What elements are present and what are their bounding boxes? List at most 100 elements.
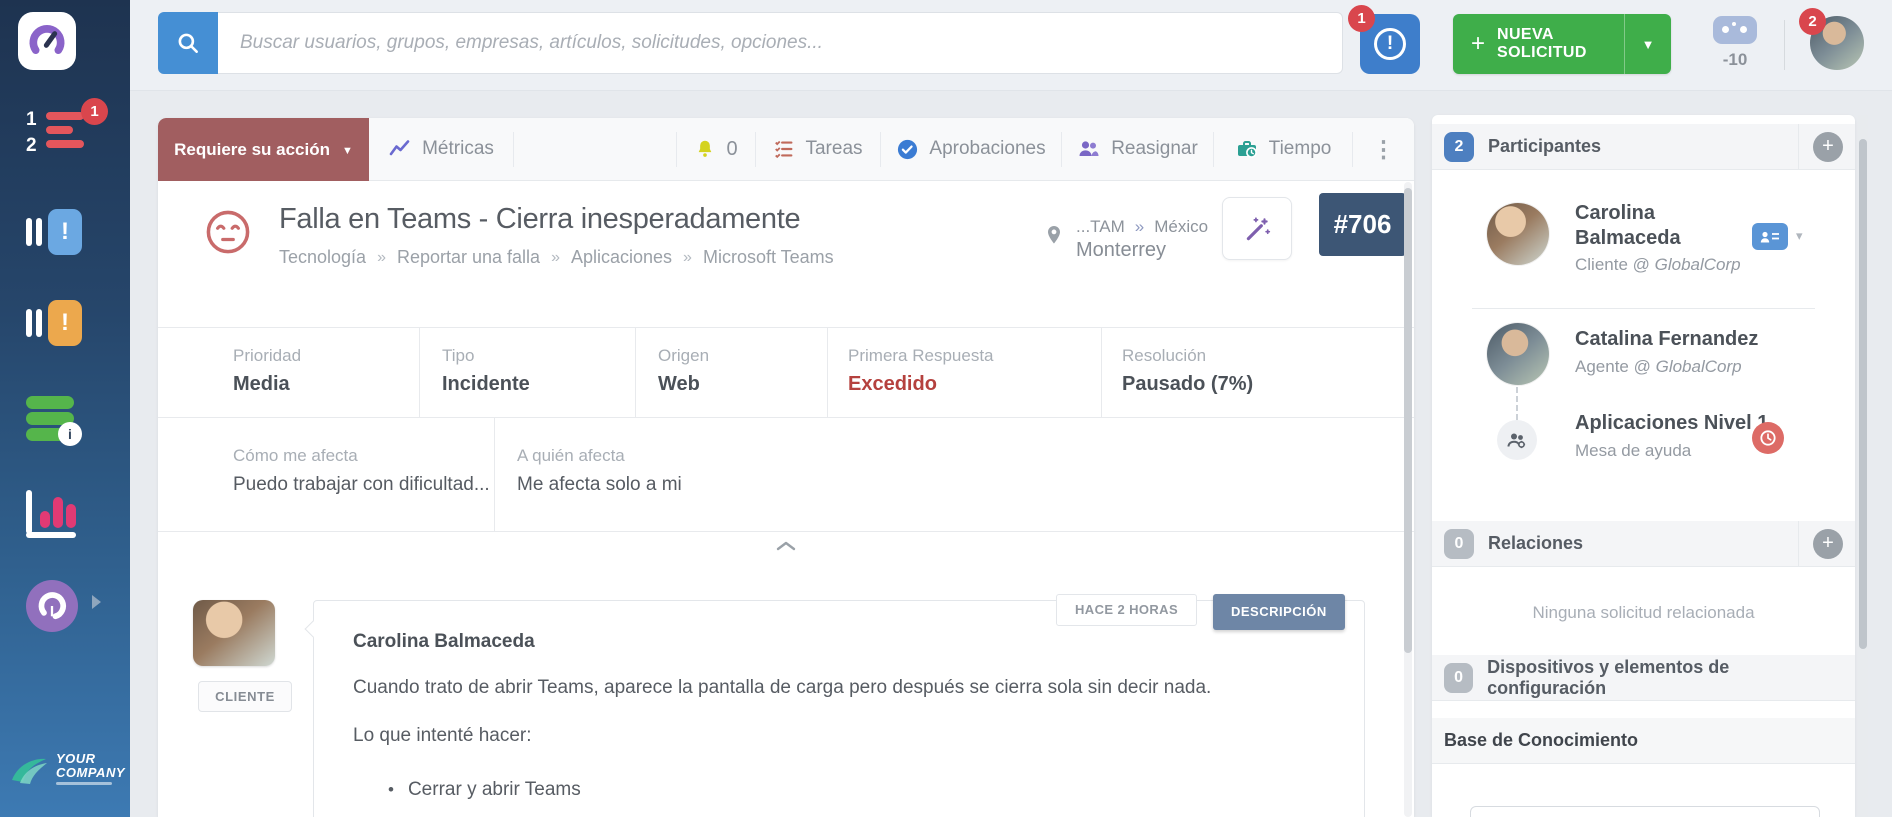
ticket-header: Falla en Teams - Cierra inesperadamente … — [158, 181, 1414, 328]
add-participant-button[interactable]: + — [1813, 131, 1843, 162]
top-bar: ! 1 + NUEVA SOLICITUD ▼ -10 2 — [130, 0, 1892, 91]
participants-header: 2 Participantes + — [1432, 123, 1855, 170]
requires-action-button[interactable]: Requiere su acción ▼ — [158, 118, 369, 181]
company-name-line2: COMPANY — [56, 764, 125, 780]
add-relation-button[interactable]: + — [1813, 528, 1843, 559]
company-logo: YOUR COMPANY — [10, 748, 125, 788]
participant-name[interactable]: Carolina Balmaceda — [1575, 201, 1735, 251]
ticket-card: Requiere su acción ▼ Métricas 0 Tareas A… — [158, 118, 1414, 817]
sidebar-item-incidents-blue[interactable]: ! — [26, 207, 104, 263]
tab-metrics[interactable]: Métricas — [369, 118, 513, 180]
sad-face-icon — [206, 210, 250, 254]
tab-time[interactable]: Tiempo — [1214, 118, 1352, 180]
database-info-icon: i — [26, 396, 82, 446]
requests-count-badge: 1 — [81, 98, 108, 125]
new-request-dropdown[interactable]: ▼ — [1625, 37, 1671, 52]
location-city: Monterrey — [1076, 239, 1167, 261]
more-options-button[interactable]: ⋮ — [1353, 118, 1414, 180]
ticket-impact-row: Cómo me afecta Puedo trabajar con dificu… — [158, 418, 1414, 532]
tab-time-label: Tiempo — [1268, 138, 1332, 159]
loader-circle-icon — [26, 580, 78, 632]
comment-list-item: • Cerrar y abrir Teams — [388, 779, 581, 801]
field-resolution: Resolución Pausado (7%) — [1102, 328, 1414, 417]
tab-empty — [514, 118, 676, 180]
knowledge-base-header[interactable]: Base de Conocimiento — [1432, 718, 1855, 764]
participant-name[interactable]: Catalina Fernandez — [1575, 327, 1835, 352]
search-icon — [178, 33, 198, 53]
comment-author-name[interactable]: Carolina Balmaceda — [353, 631, 535, 653]
sidebar-item-knowledge-base[interactable]: i — [26, 396, 104, 452]
breadcrumb-item[interactable]: Microsoft Teams — [703, 247, 834, 268]
field-label: Cómo me afecta — [233, 446, 358, 465]
field-value: Pausado (7%) — [1122, 373, 1254, 395]
field-value: Incidente — [442, 373, 530, 395]
field-type: Tipo Incidente — [420, 328, 636, 417]
search-button[interactable] — [158, 12, 218, 74]
participant-avatar[interactable] — [1487, 203, 1549, 265]
comment-notch — [304, 620, 322, 638]
search-input[interactable] — [218, 12, 1343, 74]
alerts-button[interactable]: ! 1 — [1348, 5, 1420, 74]
sidebar-item-reports[interactable] — [26, 488, 104, 544]
comment-paragraph: Lo que intenté hacer: — [353, 725, 532, 746]
participant-org: GlobalCorp — [1654, 255, 1741, 274]
page-scrollbar-thumb[interactable] — [1859, 139, 1867, 649]
group-gear-icon — [1507, 433, 1526, 449]
field-label: A quién afecta — [517, 446, 625, 465]
breadcrumb-item[interactable]: Tecnología — [279, 247, 366, 268]
tab-reassign-label: Reasignar — [1111, 138, 1198, 159]
tab-tasks[interactable]: Tareas — [756, 118, 880, 180]
page-scrollbar — [1858, 115, 1868, 817]
participant-avatar[interactable] — [1487, 323, 1549, 385]
left-sidebar: 1 2 1 ! ! i YOUR COMPANY — [0, 0, 130, 817]
ticket-scrollbar-thumb[interactable] — [1404, 188, 1412, 653]
field-label: Resolución — [1122, 346, 1207, 365]
field-label: Primera Respuesta — [848, 346, 994, 365]
comment-bullet-text: Cerrar y abrir Teams — [407, 779, 581, 800]
app-logo[interactable] — [18, 12, 76, 70]
tab-alerts[interactable]: 0 — [677, 118, 755, 180]
helpdesk-group[interactable] — [1497, 420, 1537, 460]
helpdesk-name[interactable]: Aplicaciones Nivel 1 — [1575, 411, 1855, 436]
magic-wand-button[interactable] — [1222, 197, 1292, 260]
exclamation-circle-icon: ! — [1374, 28, 1406, 60]
collapse-details-button[interactable] — [766, 538, 806, 559]
knowledge-base-search-input[interactable] — [1470, 806, 1820, 817]
relations-title: Relaciones — [1488, 533, 1584, 553]
bullet-icon: • — [388, 780, 394, 799]
tab-approvals-label: Aprobaciones — [929, 138, 1046, 159]
relations-count-badge: 0 — [1444, 528, 1474, 559]
breadcrumb-item[interactable]: Reportar una falla — [397, 247, 540, 268]
list-number-two: 2 — [26, 135, 37, 156]
location-separator: » — [1134, 217, 1145, 236]
requires-action-label: Requiere su acción — [174, 139, 330, 159]
contact-card-button[interactable] — [1752, 223, 1788, 250]
topbar-divider — [1784, 20, 1785, 70]
comment-card: HACE 2 HORAS DESCRIPCIÓN Carolina Balmac… — [304, 594, 1365, 817]
location-pin-icon — [1048, 226, 1060, 244]
breadcrumb-item[interactable]: Aplicaciones — [571, 247, 672, 268]
participant-meta: Agente @ GlobalCorp — [1575, 357, 1742, 377]
participant-caret-icon[interactable]: ▾ — [1796, 228, 1803, 244]
comment-time-badge: HACE 2 HORAS — [1056, 594, 1198, 626]
checklist-icon — [775, 140, 793, 159]
sidebar-item-incidents-orange[interactable]: ! — [26, 298, 104, 354]
company-name-line1: YOUR — [56, 750, 96, 766]
relations-empty-text: Ninguna solicitud relacionada — [1532, 603, 1755, 622]
relations-header: 0 Relaciones + — [1432, 520, 1855, 567]
check-circle-icon — [898, 139, 918, 159]
sidebar-item-my-requests[interactable]: 1 2 1 — [26, 98, 108, 166]
helpdesk-meta: Mesa de ayuda — [1575, 441, 1692, 460]
tab-approvals[interactable]: Aprobaciones — [881, 118, 1061, 180]
list-number-one: 1 — [26, 109, 37, 130]
comment-author-avatar[interactable] — [193, 600, 275, 666]
new-request-button[interactable]: + NUEVA SOLICITUD ▼ — [1453, 14, 1671, 74]
sidebar-expand-chevron-icon[interactable] — [92, 595, 101, 609]
plus-icon: + — [1471, 30, 1486, 57]
gamification-score[interactable]: -10 — [1708, 16, 1762, 70]
tab-reassign[interactable]: Reasignar — [1062, 118, 1213, 180]
company-tagline — [56, 781, 113, 785]
field-first-response: Primera Respuesta Excedido — [828, 328, 1102, 417]
devices-title: Dispositivos y elementos de configuració… — [1487, 656, 1730, 698]
line-chart-icon — [389, 140, 410, 156]
